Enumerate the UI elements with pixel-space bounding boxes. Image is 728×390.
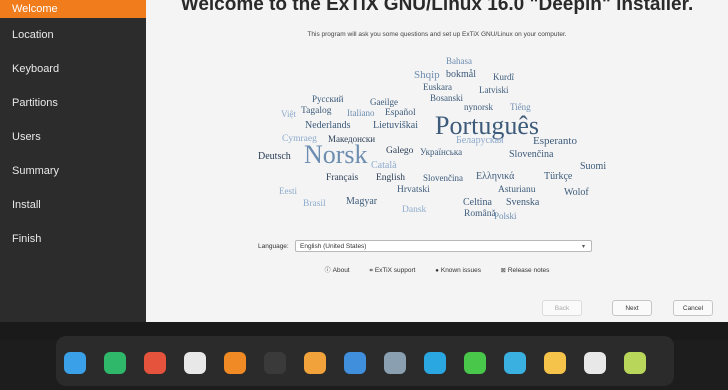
install-icon[interactable]	[304, 352, 326, 374]
installer-main-panel: Welcome to the ExTiX GNU/Linux 16.0 "Dee…	[146, 0, 728, 322]
cloud-word: Bahasa	[446, 56, 472, 66]
sidebar-item-summary[interactable]: Summary	[0, 154, 146, 188]
screen-recorder-icon[interactable]	[144, 352, 166, 374]
back-button[interactable]: Back	[542, 300, 582, 316]
language-select[interactable]: English (United States) ▾	[295, 240, 592, 252]
sidebar: Welcome Location Keyboard Partitions Use…	[0, 0, 146, 322]
cloud-word: Tagalog	[301, 106, 332, 116]
notes-icon: ⊠	[500, 268, 506, 274]
sidebar-item-welcome[interactable]: Welcome	[0, 0, 146, 18]
help-links: ⓘ About ⌗ ExTiX support ● Known issues ⊠ Rel…	[146, 265, 728, 275]
file-manager-icon[interactable]	[104, 352, 126, 374]
cloud-word: Shqip	[414, 69, 440, 81]
cloud-word: Nederlands	[305, 120, 351, 131]
cloud-word: Wolof	[564, 187, 589, 198]
cloud-word: Việt	[281, 109, 296, 119]
chat-icon[interactable]	[464, 352, 486, 374]
sidebar-item-install[interactable]: Install	[0, 188, 146, 222]
cloud-word: Polski	[494, 211, 517, 221]
cloud-word: Suomi	[580, 161, 607, 172]
cloud-word: Euskara	[423, 82, 452, 92]
support-icon: ⌗	[369, 268, 373, 274]
cloud-word: Ελληνικά	[476, 171, 515, 182]
cloud-word: Kurdî	[493, 72, 514, 82]
language-label: Language:	[258, 243, 289, 250]
store-icon[interactable]	[504, 352, 526, 374]
cloud-word: Latviski	[479, 85, 509, 95]
dock	[56, 336, 674, 386]
sidebar-item-partitions[interactable]: Partitions	[0, 86, 146, 120]
language-select-value: English (United States)	[300, 243, 367, 250]
cloud-word: Slovenčina	[509, 149, 554, 160]
cloud-word: Dansk	[402, 205, 427, 215]
cloud-word: Català	[371, 160, 397, 171]
trash-icon[interactable]	[624, 352, 646, 374]
cloud-word: Français	[326, 173, 359, 183]
launcher-icon[interactable]	[64, 352, 86, 374]
sidebar-item-users[interactable]: Users	[0, 120, 146, 154]
sidebar-item-location[interactable]: Location	[0, 18, 146, 52]
cloud-word: Bosanski	[430, 93, 464, 103]
cloud-word: Magyar	[346, 196, 378, 207]
release-notes-link[interactable]: ⊠ Release notes	[501, 267, 550, 274]
support-link[interactable]: ⌗ ExTiX support	[369, 267, 415, 274]
cloud-word: Беларуская	[456, 135, 504, 146]
disk-icon[interactable]	[544, 352, 566, 374]
music-icon[interactable]	[424, 352, 446, 374]
cloud-word: bokmål	[446, 69, 476, 80]
cloud-word: Lietuviškai	[373, 120, 418, 131]
cloud-word: Brasil	[303, 199, 326, 209]
cloud-word: Deutsch	[258, 151, 291, 162]
folder-icon[interactable]	[344, 352, 366, 374]
cloud-word: Română	[464, 209, 496, 219]
known-issues-link[interactable]: ● Known issues	[435, 267, 481, 274]
cloud-word: Eesti	[279, 186, 297, 196]
cloud-word: Celtina	[463, 197, 492, 208]
cloud-word: Español	[385, 108, 416, 118]
cloud-word: Asturianu	[498, 185, 536, 195]
cloud-word: Norsk	[304, 140, 368, 169]
about-link[interactable]: ⓘ About	[325, 267, 350, 274]
terminal-icon[interactable]	[264, 352, 286, 374]
cancel-button[interactable]: Cancel	[673, 300, 713, 316]
sidebar-item-finish[interactable]: Finish	[0, 222, 146, 256]
cloud-word: Українська	[420, 147, 463, 157]
cloud-word: Italiano	[347, 108, 375, 118]
bug-icon: ●	[435, 268, 439, 274]
cloud-word: Türkçe	[544, 171, 573, 182]
sidebar-item-keyboard[interactable]: Keyboard	[0, 52, 146, 86]
cloud-word: English	[376, 173, 406, 183]
photos-icon[interactable]	[384, 352, 406, 374]
cloud-word: Slovenčina	[423, 173, 463, 183]
cloud-word: Hrvatski	[397, 185, 430, 195]
cloud-word: Esperanto	[533, 135, 577, 147]
monitor-icon[interactable]	[584, 352, 606, 374]
chevron-down-icon: ▾	[581, 244, 585, 250]
cloud-word: Galego	[386, 146, 414, 156]
settings-icon[interactable]	[184, 352, 206, 374]
next-button[interactable]: Next	[612, 300, 652, 316]
info-icon: ⓘ	[324, 268, 331, 274]
cloud-word: Svenska	[506, 197, 540, 208]
firefox-icon[interactable]	[224, 352, 246, 374]
cloud-word: Русский	[312, 94, 344, 104]
cloud-word: Gaeilge	[370, 97, 398, 107]
